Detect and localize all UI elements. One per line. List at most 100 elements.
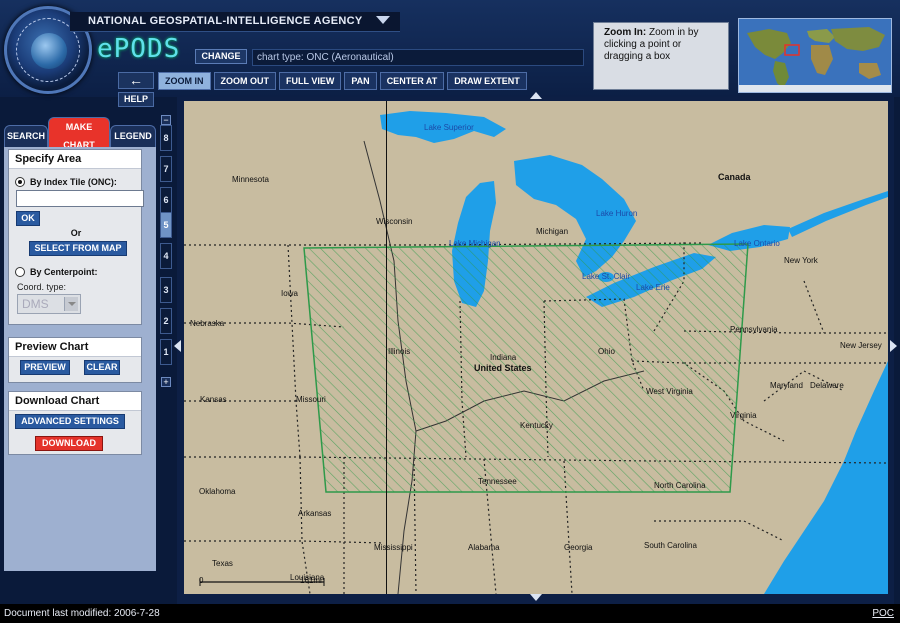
label-state: Oklahoma [199, 487, 236, 496]
tab-legend[interactable]: LEGEND [110, 125, 156, 147]
download-button[interactable]: DOWNLOAD [35, 436, 103, 451]
label-state: South Carolina [644, 541, 697, 550]
zoom-level-8[interactable]: 8 [160, 125, 172, 151]
label-state: Delaware [810, 381, 844, 390]
zoom-out-tool[interactable]: ZOOM OUT [213, 72, 276, 90]
label-state: Texas [212, 559, 233, 568]
label-state: Alabama [468, 543, 500, 552]
label-state: Minnesota [232, 175, 269, 184]
label-state: Iowa [281, 289, 298, 298]
specify-area-title: Specify Area [9, 150, 141, 169]
label-lake-huron: Lake Huron [596, 209, 638, 218]
label-state: Virginia [730, 411, 757, 420]
index-tile-label: By Index Tile (ONC): [30, 177, 117, 187]
label-lake-michigan: Lake Michigan [449, 239, 501, 248]
preview-chart-section: Preview Chart PREVIEW CLEAR [8, 337, 142, 383]
scale-zero-label: 0 [199, 576, 204, 585]
centerpoint-radio[interactable] [15, 267, 25, 277]
coord-type-select[interactable]: DMS [17, 294, 81, 314]
tool-help-box: Zoom In: Zoom in by clicking a point or … [593, 22, 729, 90]
select-from-map-button[interactable]: SELECT FROM MAP [29, 241, 127, 256]
coord-type-label: Coord. type: [17, 282, 67, 292]
pan-tool[interactable]: PAN [344, 72, 377, 90]
app-logo: ePODS [97, 34, 181, 64]
agency-title: NATIONAL GEOSPATIAL-INTELLIGENCE AGENCY [88, 15, 363, 27]
coord-type-value: DMS [22, 297, 49, 311]
zoom-minus-icon[interactable]: − [161, 115, 171, 125]
label-state: Ohio [598, 347, 615, 356]
download-chart-section: Download Chart ADVANCED SETTINGS DOWNLOA… [8, 391, 142, 455]
label-state: Michigan [536, 227, 569, 236]
help-button[interactable]: HELP [118, 92, 154, 107]
zoom-in-tool[interactable]: ZOOM IN [158, 72, 211, 90]
zoom-level-6[interactable]: 6 [160, 187, 172, 213]
zoom-level-bar: − 8 7 6 5 4 3 2 1 + [158, 113, 174, 393]
poc-link[interactable]: POC [872, 608, 894, 619]
label-state: Maryland [770, 381, 803, 390]
zoom-level-7[interactable]: 7 [160, 156, 172, 182]
label-lake-st-clair: Lake St. Clair [582, 272, 631, 281]
pan-east-icon[interactable] [890, 340, 898, 352]
label-state: Missouri [296, 395, 326, 404]
zoom-level-3[interactable]: 3 [160, 277, 172, 303]
map-graphics [184, 101, 888, 594]
specify-area-section: Specify Area By Index Tile (ONC): OK Or … [8, 149, 144, 325]
label-united-states: United States [474, 363, 532, 373]
chevron-down-icon[interactable] [376, 16, 390, 24]
zoom-plus-icon[interactable]: + [161, 377, 171, 387]
label-state: Kentucky [520, 421, 553, 430]
scale-value-label: 161mi [300, 576, 322, 585]
pan-west-icon[interactable] [173, 340, 181, 352]
chart-type-display: chart type: ONC (Aeronautical) [252, 49, 584, 66]
label-state: Kansas [200, 395, 227, 404]
zoom-level-5[interactable]: 5 [160, 212, 172, 238]
back-button[interactable]: ← [118, 72, 154, 89]
left-panel: SEARCH MAKE CHART LEGEND Specify Area By… [0, 113, 158, 601]
panel-tabs: SEARCH MAKE CHART LEGEND [4, 113, 156, 150]
advanced-settings-button[interactable]: ADVANCED SETTINGS [15, 414, 125, 429]
change-chart-type-button[interactable]: CHANGE [195, 49, 247, 64]
map-cursor-line [386, 101, 387, 594]
full-view-tool[interactable]: FULL VIEW [279, 72, 342, 90]
preview-button[interactable]: PREVIEW [20, 360, 70, 375]
label-state: Illinois [388, 347, 411, 356]
centerpoint-option[interactable]: By Centerpoint: [15, 267, 98, 277]
panel-body: Specify Area By Index Tile (ONC): OK Or … [4, 147, 156, 571]
tab-make-chart[interactable]: MAKE CHART [48, 117, 110, 150]
label-state: Wisconsin [376, 217, 413, 226]
draw-extent-tool[interactable]: DRAW EXTENT [447, 72, 527, 90]
pan-north-icon[interactable] [530, 91, 542, 99]
label-lake-superior: Lake Superior [424, 123, 474, 132]
zoom-level-1[interactable]: 1 [160, 339, 172, 365]
download-chart-title: Download Chart [9, 392, 141, 411]
index-tile-input[interactable] [16, 190, 144, 207]
zoom-level-2[interactable]: 2 [160, 308, 172, 334]
pan-south-icon[interactable] [530, 594, 542, 602]
label-state: New York [784, 256, 818, 265]
label-canada: Canada [718, 172, 751, 182]
center-at-tool[interactable]: CENTER AT [379, 72, 445, 90]
overview-minimap[interactable] [738, 18, 892, 93]
zoom-level-4[interactable]: 4 [160, 243, 172, 269]
label-state: Georgia [564, 543, 593, 552]
tab-search[interactable]: SEARCH [4, 125, 48, 147]
label-lake-erie: Lake Erie [636, 283, 670, 292]
chevron-down-icon [64, 297, 78, 311]
label-state: West Virginia [646, 387, 693, 396]
map-canvas[interactable]: Lake Superior Lake Michigan Lake Huron L… [184, 101, 888, 594]
label-state: Nebraska [190, 319, 225, 328]
back-arrow-icon: ← [129, 72, 143, 88]
map-toolbar: ZOOM IN ZOOM OUT FULL VIEW PAN CENTER AT… [158, 72, 527, 90]
centerpoint-label: By Centerpoint: [30, 267, 98, 277]
clear-button[interactable]: CLEAR [84, 360, 120, 375]
tool-help-title: Zoom In: [604, 27, 647, 38]
label-state: Mississippi [374, 543, 413, 552]
label-state: New Jersey [840, 341, 882, 350]
last-modified-text: Document last modified: 2006-7-28 [4, 608, 160, 619]
ok-button[interactable]: OK [16, 211, 40, 226]
index-tile-radio[interactable] [15, 177, 25, 187]
index-tile-option[interactable]: By Index Tile (ONC): [15, 177, 117, 187]
footer: Document last modified: 2006-7-28 POC [0, 604, 900, 623]
label-state: Arkansas [298, 509, 332, 518]
label-state: Tennessee [478, 477, 517, 486]
